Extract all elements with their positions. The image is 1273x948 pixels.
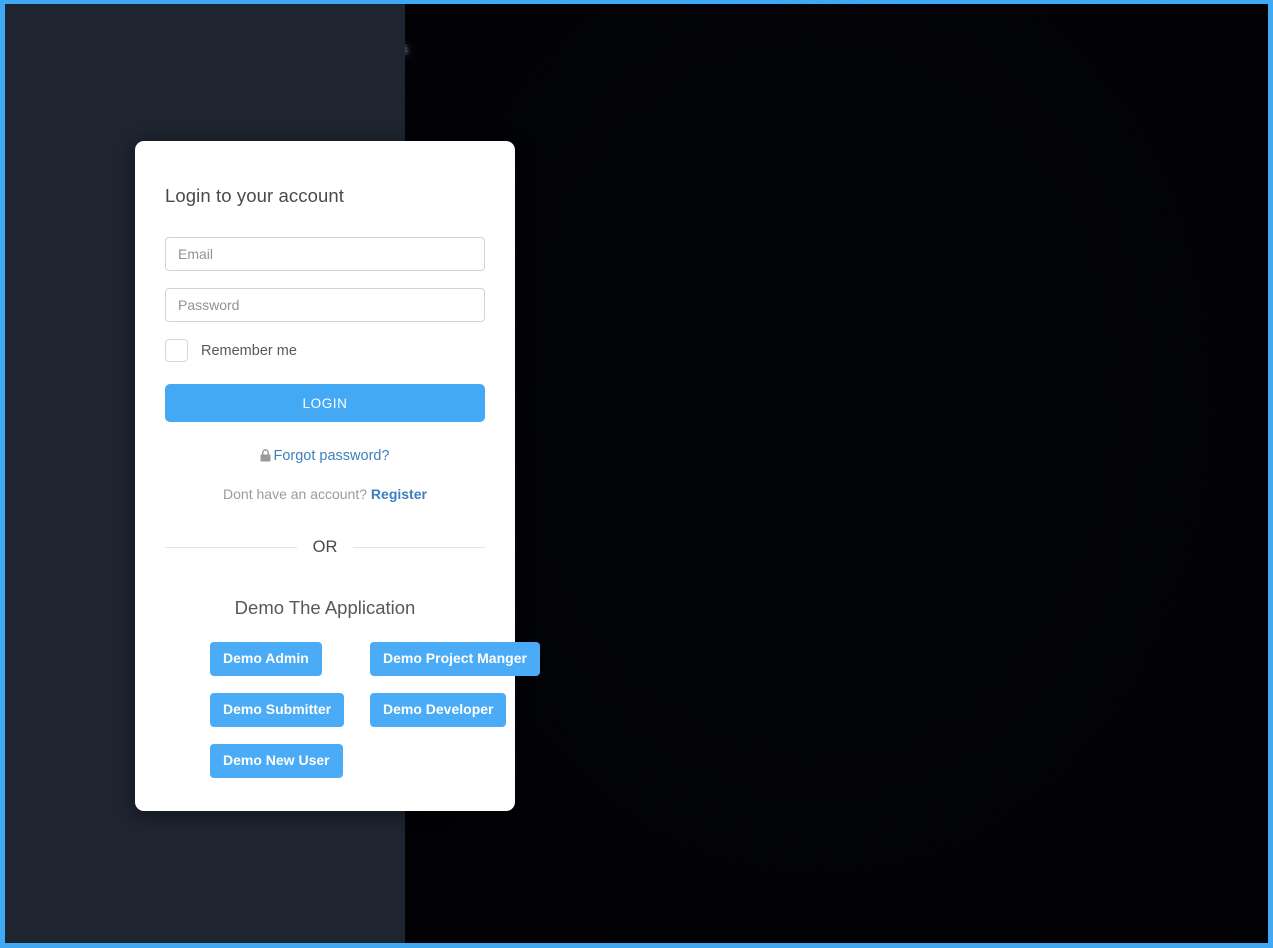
- divider-rule-right: [353, 547, 485, 548]
- forgot-password-text: Forgot password?: [273, 448, 390, 464]
- remember-me-row[interactable]: Remember me: [165, 339, 485, 362]
- background-photo: ide: function ( && f.preventDefa r d = t…: [405, 4, 1268, 943]
- demo-new-user-button[interactable]: Demo New User: [210, 744, 343, 778]
- lock-icon: [260, 449, 271, 466]
- login-page: ide: function ( && f.preventDefa r d = t…: [0, 0, 1273, 948]
- remember-me-label: Remember me: [201, 342, 297, 359]
- email-field[interactable]: [165, 237, 485, 271]
- divider-rule-left: [165, 547, 297, 548]
- or-divider: OR: [165, 538, 485, 557]
- register-link[interactable]: Register: [371, 486, 427, 502]
- demo-admin-button[interactable]: Demo Admin: [210, 642, 322, 676]
- login-button[interactable]: LOGIN: [165, 384, 485, 422]
- demo-submitter-button[interactable]: Demo Submitter: [210, 693, 345, 727]
- no-account-text: Dont have an account?: [223, 486, 368, 502]
- password-field[interactable]: [165, 288, 485, 322]
- or-label: OR: [312, 538, 338, 556]
- login-card: Login to your account Remember me LOGIN …: [135, 141, 540, 811]
- forgot-password-row: Forgot password?: [165, 448, 485, 466]
- remember-me-checkbox[interactable]: [165, 339, 188, 362]
- page-title: Login to your account: [165, 185, 344, 206]
- code-photo-text: ide: function ( && f.preventDefa r d = t…: [405, 4, 1268, 943]
- demo-buttons-group: Demo Admin Demo Project Manger Demo Subm…: [165, 642, 540, 802]
- forgot-password-link[interactable]: Forgot password?: [260, 448, 390, 466]
- demo-heading: Demo The Application: [234, 597, 416, 618]
- demo-developer-button[interactable]: Demo Developer: [370, 693, 507, 727]
- demo-project-manager-button[interactable]: Demo Project Manger: [370, 642, 540, 676]
- register-row: Dont have an account? Register: [165, 486, 485, 502]
